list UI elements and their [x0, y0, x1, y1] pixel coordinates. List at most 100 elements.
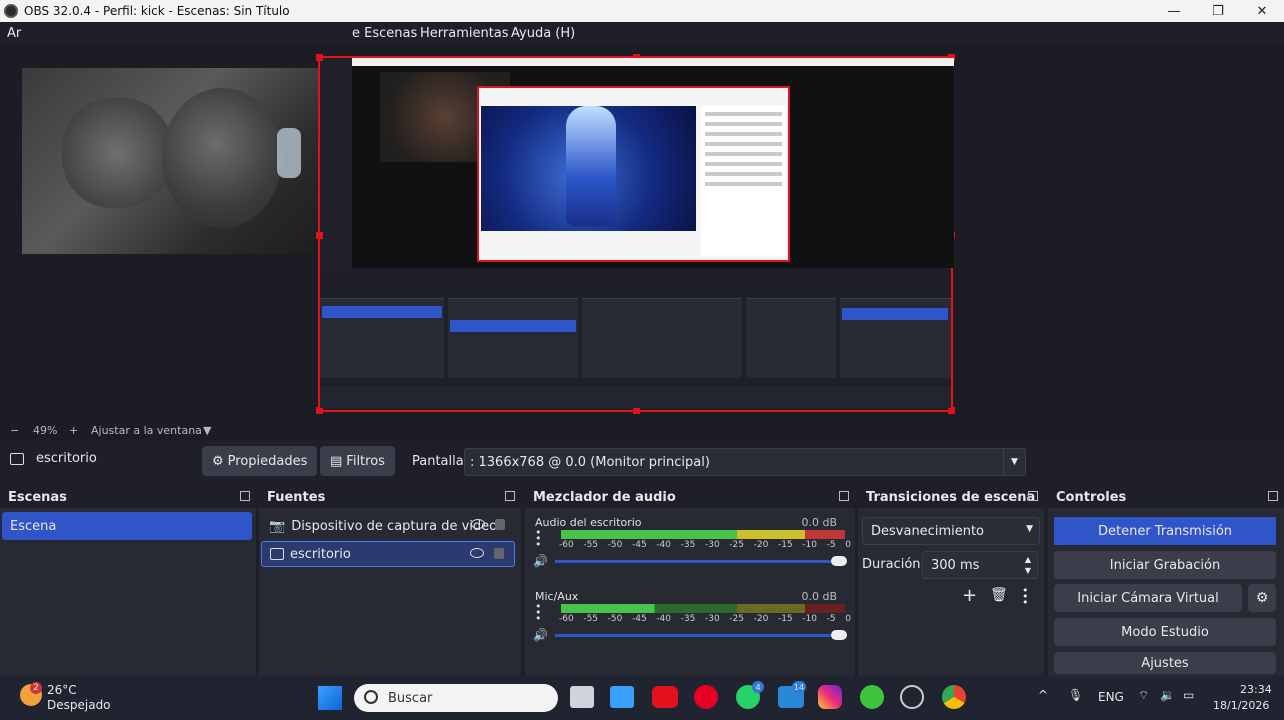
- captured-webpage: [477, 86, 790, 262]
- youtube-icon[interactable]: [652, 686, 678, 708]
- captured-obs-window: [320, 268, 951, 408]
- instagram-icon[interactable]: [818, 685, 842, 709]
- chevron-down-icon: ▼: [1003, 449, 1025, 475]
- captured-desktop-window: [352, 58, 954, 268]
- duration-stepper[interactable]: 300 ms ▲ ▼: [922, 551, 1038, 579]
- visibility-eye-icon[interactable]: [470, 548, 484, 558]
- undock-icon[interactable]: [839, 491, 849, 501]
- chrome-icon[interactable]: [942, 685, 966, 709]
- resize-handle[interactable]: [316, 407, 323, 414]
- preview-canvas[interactable]: [0, 46, 1284, 420]
- window-title: OBS 32.0.4 - Perfil: kick - Escenas: Sin…: [24, 4, 290, 18]
- undock-icon[interactable]: [240, 491, 250, 501]
- title-bar: OBS 32.0.4 - Perfil: kick - Escenas: Sin…: [0, 0, 1284, 22]
- virtual-camera-settings-button[interactable]: ⚙: [1248, 584, 1276, 612]
- lock-icon[interactable]: [495, 519, 505, 530]
- slider-knob[interactable]: [831, 556, 847, 566]
- mixer-channel-mic: Mic/Aux 0.0 dB • • • -60 -55 -50 -45 -40 -35 -30…: [533, 590, 851, 642]
- controls-dock: Controles Detener Transmisión Iniciar Gr…: [1048, 486, 1284, 676]
- wifi-icon[interactable]: ⌔: [1138, 688, 1149, 703]
- start-recording-button[interactable]: Iniciar Grabación: [1054, 551, 1276, 579]
- zoom-level: 49%: [33, 424, 58, 437]
- menu-archivo[interactable]: Ar: [7, 26, 21, 41]
- speaker-icon[interactable]: 🔊: [533, 628, 548, 642]
- resize-handle[interactable]: [948, 407, 955, 414]
- close-button[interactable]: ✕: [1240, 0, 1284, 22]
- scene-item[interactable]: Escena: [2, 512, 252, 540]
- source-item-video-capture[interactable]: 📷 Dispositivo de captura de video: [261, 513, 515, 539]
- weather-desc: Despejado: [47, 698, 111, 712]
- sources-dock: Fuentes 📷 Dispositivo de captura de vide…: [259, 486, 521, 676]
- menu-ayuda[interactable]: Ayuda (H): [511, 26, 575, 41]
- start-virtual-camera-button[interactable]: Iniciar Cámara Virtual: [1054, 584, 1242, 612]
- visibility-eye-icon[interactable]: [471, 519, 485, 529]
- weather-badge: 2: [30, 682, 42, 694]
- windows-taskbar: 2 26°C Despejado: [0, 676, 1284, 720]
- fit-dropdown-icon[interactable]: ▼: [203, 424, 211, 437]
- volume-slider[interactable]: [555, 556, 847, 566]
- obs-taskbar-icon[interactable]: [900, 685, 924, 709]
- slider-knob[interactable]: [831, 630, 847, 640]
- trash-icon[interactable]: 🗑: [990, 587, 1008, 603]
- lock-icon[interactable]: [494, 548, 504, 559]
- camera-icon: 📷: [269, 518, 286, 534]
- maximize-button[interactable]: ❐: [1196, 0, 1240, 22]
- language-indicator[interactable]: ENG: [1098, 690, 1124, 704]
- more-menu-icon[interactable]: • • •: [1022, 585, 1029, 608]
- settings-button[interactable]: Ajustes: [1054, 652, 1276, 674]
- battery-icon[interactable]: ▭: [1183, 688, 1194, 702]
- teams-badge: 14: [792, 681, 806, 693]
- fit-window-label[interactable]: Ajustar a la ventana: [91, 424, 202, 437]
- undock-icon[interactable]: [505, 491, 515, 501]
- controls-title: Controles: [1056, 489, 1127, 505]
- zoom-bar: − 49% + Ajustar a la ventana ▼: [0, 420, 1284, 440]
- taskbar-search[interactable]: Buscar: [354, 684, 558, 712]
- minimize-button[interactable]: —: [1152, 0, 1196, 22]
- stepper-arrows-icon[interactable]: ▲ ▼: [1025, 554, 1031, 576]
- gear-icon: ⚙: [212, 453, 224, 469]
- add-icon[interactable]: +: [962, 585, 977, 606]
- duolingo-icon[interactable]: [860, 685, 884, 709]
- zoom-out-button[interactable]: −: [10, 424, 19, 437]
- display-select[interactable]: : 1366x768 @ 0.0 (Monitor principal) ▼: [464, 448, 1026, 476]
- display-label: Pantalla: [412, 454, 464, 469]
- volume-icon[interactable]: 🔉: [1160, 688, 1175, 702]
- whatsapp-badge: 4: [752, 681, 764, 693]
- transition-select[interactable]: Desvanecimiento ▼: [862, 517, 1040, 545]
- resize-handle[interactable]: [316, 232, 323, 239]
- menu-escenas[interactable]: e Escenas: [352, 26, 417, 41]
- chevron-up-icon[interactable]: ^: [1038, 688, 1048, 702]
- resize-handle[interactable]: [316, 54, 323, 61]
- filter-icon: ▤: [330, 453, 343, 469]
- transitions-dock: Transiciones de escena Desvanecimiento ▼…: [858, 486, 1044, 676]
- resize-handle[interactable]: [633, 407, 640, 414]
- scenes-dock: Escenas Escena: [0, 486, 256, 676]
- mixer-channel-desktop: Audio del escritorio 0.0 dB • • • -60 -55 -5…: [533, 516, 851, 568]
- store-icon[interactable]: [610, 686, 634, 708]
- filters-button[interactable]: ▤ Filtros: [320, 446, 395, 476]
- channel-menu-icon[interactable]: • • •: [535, 601, 542, 624]
- webcam-feed: [22, 68, 342, 254]
- screen-capture-source[interactable]: [316, 54, 955, 414]
- task-view-icon[interactable]: [570, 686, 594, 708]
- properties-button[interactable]: ⚙ Propiedades: [202, 446, 318, 476]
- undock-icon[interactable]: [1028, 491, 1038, 501]
- zoom-in-button[interactable]: +: [69, 424, 78, 437]
- monitor-icon: [270, 548, 284, 560]
- gear-icon: ⚙: [1255, 590, 1269, 606]
- channel-menu-icon[interactable]: • • •: [535, 527, 542, 550]
- clock-date[interactable]: 18/1/2026: [1213, 699, 1269, 712]
- microphone-icon[interactable]: 🎙: [1068, 688, 1083, 702]
- pinterest-icon[interactable]: [694, 685, 718, 709]
- source-item-escritorio[interactable]: escritorio: [261, 541, 515, 567]
- volume-meter: [561, 604, 845, 613]
- audio-mixer-dock: Mezclador de audio Audio del escritorio …: [525, 486, 855, 676]
- windows-start-icon[interactable]: [318, 686, 342, 710]
- speaker-icon[interactable]: 🔊: [533, 554, 548, 568]
- clock-time[interactable]: 23:34: [1240, 683, 1272, 696]
- undock-icon[interactable]: [1268, 491, 1278, 501]
- volume-slider[interactable]: [555, 630, 847, 640]
- stop-streaming-button[interactable]: Detener Transmisión: [1054, 517, 1276, 545]
- studio-mode-button[interactable]: Modo Estudio: [1054, 618, 1276, 646]
- menu-herramientas[interactable]: Herramientas: [420, 26, 509, 41]
